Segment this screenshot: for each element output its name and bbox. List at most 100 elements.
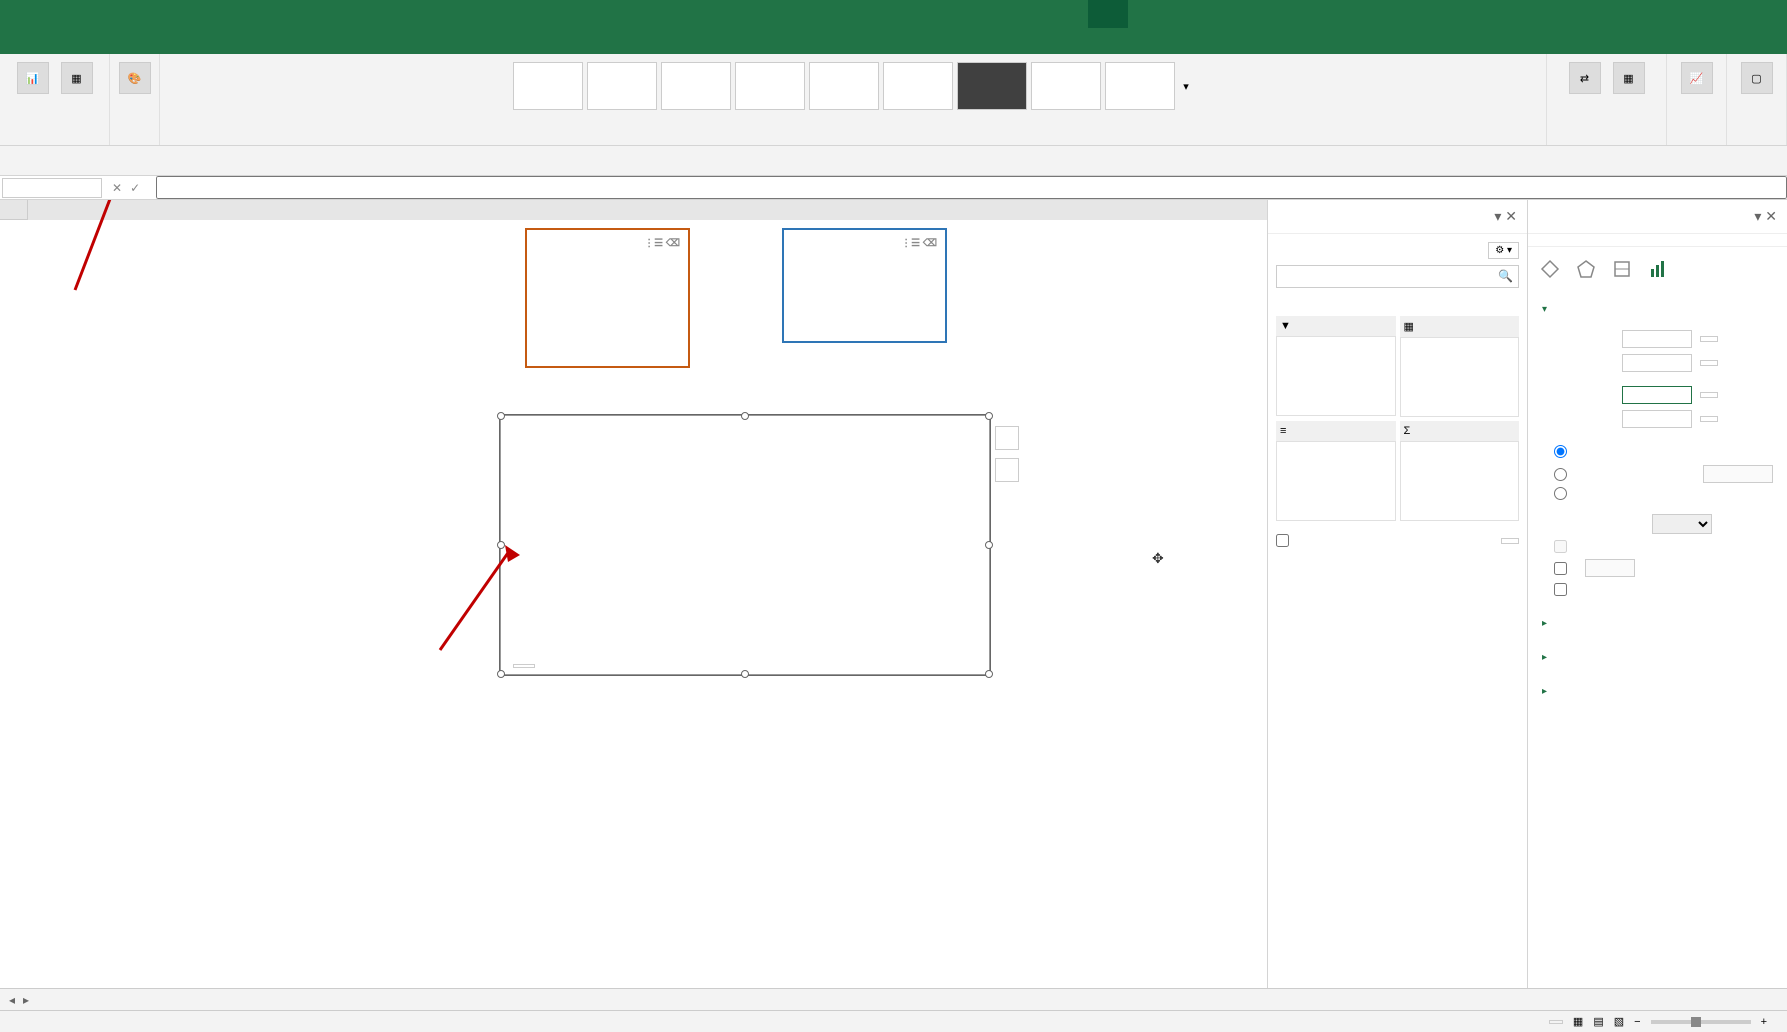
panel-close-icon[interactable]: ✕ xyxy=(1765,208,1777,224)
cross-value-input[interactable] xyxy=(1703,465,1773,483)
axis-area[interactable]: ≡ xyxy=(1276,421,1396,521)
title-bar xyxy=(0,0,1787,28)
chart-style-9[interactable] xyxy=(1105,62,1175,110)
pivot-chart[interactable] xyxy=(500,415,990,675)
add-chart-element-icon: 📊 xyxy=(17,62,49,94)
slicer-class[interactable]: ⋮☰ ⌫ xyxy=(525,228,690,368)
sheet-tab-bar: ◂ ▸ xyxy=(0,988,1787,1010)
axis-icon: ≡ xyxy=(1280,425,1286,437)
view-normal-icon[interactable]: ▦ xyxy=(1573,1015,1583,1028)
chart-axis-field-dropdown[interactable] xyxy=(513,664,535,668)
minor-unit-input[interactable] xyxy=(1622,410,1692,428)
zoom-in-button[interactable]: + xyxy=(1761,1016,1767,1028)
menu-bar xyxy=(0,28,1787,54)
cancel-formula-icon[interactable]: ✕ xyxy=(112,181,122,195)
pivot-chart-fields-panel: ▾ ✕ ⚙ ▾ 🔍 ▼ xyxy=(1267,200,1527,1004)
chart-elements-button[interactable] xyxy=(995,426,1019,450)
slicer-clear-filter-icon[interactable]: ⋮☰ ⌫ xyxy=(901,238,937,249)
axis-options-section[interactable] xyxy=(1542,297,1773,319)
format-axis-panel: ▾ ✕ xyxy=(1527,200,1787,1004)
cross-auto-radio[interactable] xyxy=(1554,445,1567,458)
sheet-nav-last-icon[interactable]: ▸ xyxy=(20,993,32,1007)
change-chart-type-button[interactable]: 📈 xyxy=(1677,58,1717,100)
cross-label xyxy=(1554,431,1773,443)
filters-area[interactable]: ▼ xyxy=(1276,316,1396,417)
chart-style-6[interactable] xyxy=(883,62,953,110)
select-all-corner[interactable] xyxy=(0,200,28,220)
formula-bar: ✕ ✓ xyxy=(0,176,1787,200)
legend-area[interactable]: ▦ xyxy=(1400,316,1520,417)
chart-style-8[interactable] xyxy=(1031,62,1101,110)
move-chart-button[interactable]: ▢ xyxy=(1737,58,1777,100)
switch-row-column-button[interactable]: ⇄ xyxy=(1565,58,1605,100)
switch-row-column-icon: ⇄ xyxy=(1569,62,1601,94)
labels-section[interactable] xyxy=(1542,645,1773,667)
cross-max-radio[interactable] xyxy=(1554,487,1567,500)
ribbon: 📊 ▦ 🎨 ▾ xyxy=(0,54,1787,146)
defer-layout-checkbox[interactable] xyxy=(1276,534,1289,547)
panel-dropdown-icon[interactable]: ▾ xyxy=(1754,208,1761,224)
change-color-icon: 🎨 xyxy=(119,62,151,94)
fill-line-icon[interactable] xyxy=(1538,257,1562,281)
panel-close-icon[interactable]: ✕ xyxy=(1505,208,1517,224)
view-page-layout-icon[interactable]: ▤ xyxy=(1593,1015,1603,1028)
quick-layout-icon: ▦ xyxy=(61,62,93,94)
accept-formula-icon[interactable]: ✓ xyxy=(130,181,140,195)
slicer-multiselect-icon[interactable]: ⋮☰ ⌫ xyxy=(644,238,680,249)
chart-style-7[interactable] xyxy=(957,62,1027,110)
sigma-icon: Σ xyxy=(1404,425,1411,437)
field-search-input[interactable] xyxy=(1276,265,1519,288)
view-page-break-icon[interactable]: ▧ xyxy=(1614,1015,1624,1028)
min-value-input[interactable] xyxy=(1622,330,1692,348)
chart-style-1[interactable] xyxy=(513,62,583,110)
quick-layout-button[interactable]: ▦ xyxy=(57,58,97,100)
select-data-button[interactable]: ▦ xyxy=(1609,58,1649,100)
search-icon: 🔍 xyxy=(1498,269,1513,283)
chart-style-4[interactable] xyxy=(735,62,805,110)
style-gallery-more-button[interactable]: ▾ xyxy=(1179,76,1193,97)
min-reset-button[interactable] xyxy=(1700,336,1718,342)
update-layout-button[interactable] xyxy=(1501,538,1519,544)
spreadsheet-grid[interactable]: ⋮☰ ⌫ ⋮☰ ⌫ xyxy=(0,200,1267,1004)
ime-indicator[interactable] xyxy=(1549,1020,1563,1024)
size-properties-icon[interactable] xyxy=(1610,257,1634,281)
field-settings-button[interactable]: ⚙ ▾ xyxy=(1488,242,1519,259)
max-auto-button[interactable] xyxy=(1700,360,1718,366)
log-base-input[interactable] xyxy=(1585,559,1635,577)
minor-reset-button[interactable] xyxy=(1700,416,1718,422)
tick-marks-section[interactable] xyxy=(1542,611,1773,633)
name-box[interactable] xyxy=(2,178,102,198)
values-area[interactable]: Σ xyxy=(1400,421,1520,521)
number-section[interactable] xyxy=(1542,679,1773,701)
legend-icon: ▦ xyxy=(1404,320,1414,333)
display-unit-select[interactable] xyxy=(1652,514,1712,534)
quick-access-toolbar xyxy=(0,146,1787,176)
slicer-subject[interactable]: ⋮☰ ⌫ xyxy=(782,228,947,343)
major-unit-input[interactable] xyxy=(1622,386,1692,404)
panel-dropdown-icon[interactable]: ▾ xyxy=(1494,208,1501,224)
chart-tools-tab[interactable] xyxy=(1088,0,1128,28)
chart-style-gallery: ▾ xyxy=(509,58,1197,114)
reverse-order-checkbox[interactable] xyxy=(1554,583,1567,596)
chart-style-5[interactable] xyxy=(809,62,879,110)
change-color-button[interactable]: 🎨 xyxy=(115,58,155,100)
select-data-icon: ▦ xyxy=(1613,62,1645,94)
status-bar: ▦ ▤ ▧ − + xyxy=(0,1010,1787,1032)
log-scale-checkbox[interactable] xyxy=(1554,562,1567,575)
chart-styles-button[interactable] xyxy=(995,458,1019,482)
add-chart-element-button[interactable]: 📊 xyxy=(13,58,53,100)
effects-icon[interactable] xyxy=(1574,257,1598,281)
major-reset-button[interactable] xyxy=(1700,392,1718,398)
chart-style-3[interactable] xyxy=(661,62,731,110)
zoom-slider[interactable] xyxy=(1651,1020,1751,1024)
sheet-nav-first-icon[interactable]: ◂ xyxy=(6,993,18,1007)
axis-options-icon[interactable] xyxy=(1646,257,1670,281)
chart-style-2[interactable] xyxy=(587,62,657,110)
units-label xyxy=(1554,375,1773,383)
max-value-input[interactable] xyxy=(1622,354,1692,372)
formula-input[interactable] xyxy=(156,176,1787,199)
filter-icon: ▼ xyxy=(1280,320,1291,332)
zoom-out-button[interactable]: − xyxy=(1634,1016,1640,1028)
cross-value-radio[interactable] xyxy=(1554,468,1567,481)
bounds-label xyxy=(1554,319,1773,327)
